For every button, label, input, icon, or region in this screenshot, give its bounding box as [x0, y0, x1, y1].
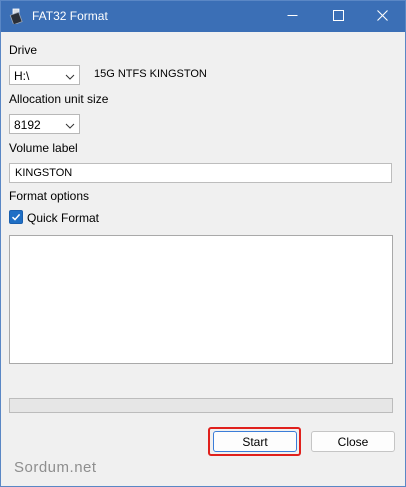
- minimize-icon: [287, 10, 298, 24]
- allocation-select[interactable]: 8192: [9, 114, 80, 134]
- close-icon: [376, 9, 388, 24]
- quick-format-checkbox[interactable]: [9, 210, 23, 224]
- drive-select-value: H:\: [14, 69, 30, 83]
- maximize-icon: [332, 9, 344, 24]
- chevron-down-icon: [64, 71, 76, 81]
- close-window-button[interactable]: [359, 1, 405, 32]
- title-bar[interactable]: FAT32 Format: [1, 1, 405, 32]
- chevron-down-icon: [64, 120, 76, 130]
- minimize-button[interactable]: [269, 1, 315, 32]
- log-output-area[interactable]: [9, 235, 393, 364]
- start-button[interactable]: Start: [213, 431, 297, 452]
- volume-label-caption: Volume label: [9, 141, 78, 155]
- format-options-label: Format options: [9, 189, 90, 203]
- drive-label: Drive: [9, 43, 38, 57]
- format-window: FAT32 Format Drive H:\ 15G NTFS KINGSTON…: [0, 0, 406, 487]
- allocation-select-value: 8192: [14, 118, 41, 132]
- allocation-label: Allocation unit size: [9, 92, 109, 106]
- drive-info: 15G NTFS KINGSTON: [94, 68, 207, 80]
- volume-label-input[interactable]: [9, 163, 392, 183]
- maximize-button[interactable]: [315, 1, 361, 32]
- quick-format-label: Quick Format: [27, 211, 100, 225]
- watermark: Sordum.net: [14, 459, 97, 476]
- usb-drive-icon: [8, 8, 24, 26]
- progress-bar: [9, 398, 393, 413]
- close-button[interactable]: Close: [311, 431, 395, 452]
- window-title: FAT32 Format: [32, 9, 108, 23]
- drive-select[interactable]: H:\: [9, 65, 80, 85]
